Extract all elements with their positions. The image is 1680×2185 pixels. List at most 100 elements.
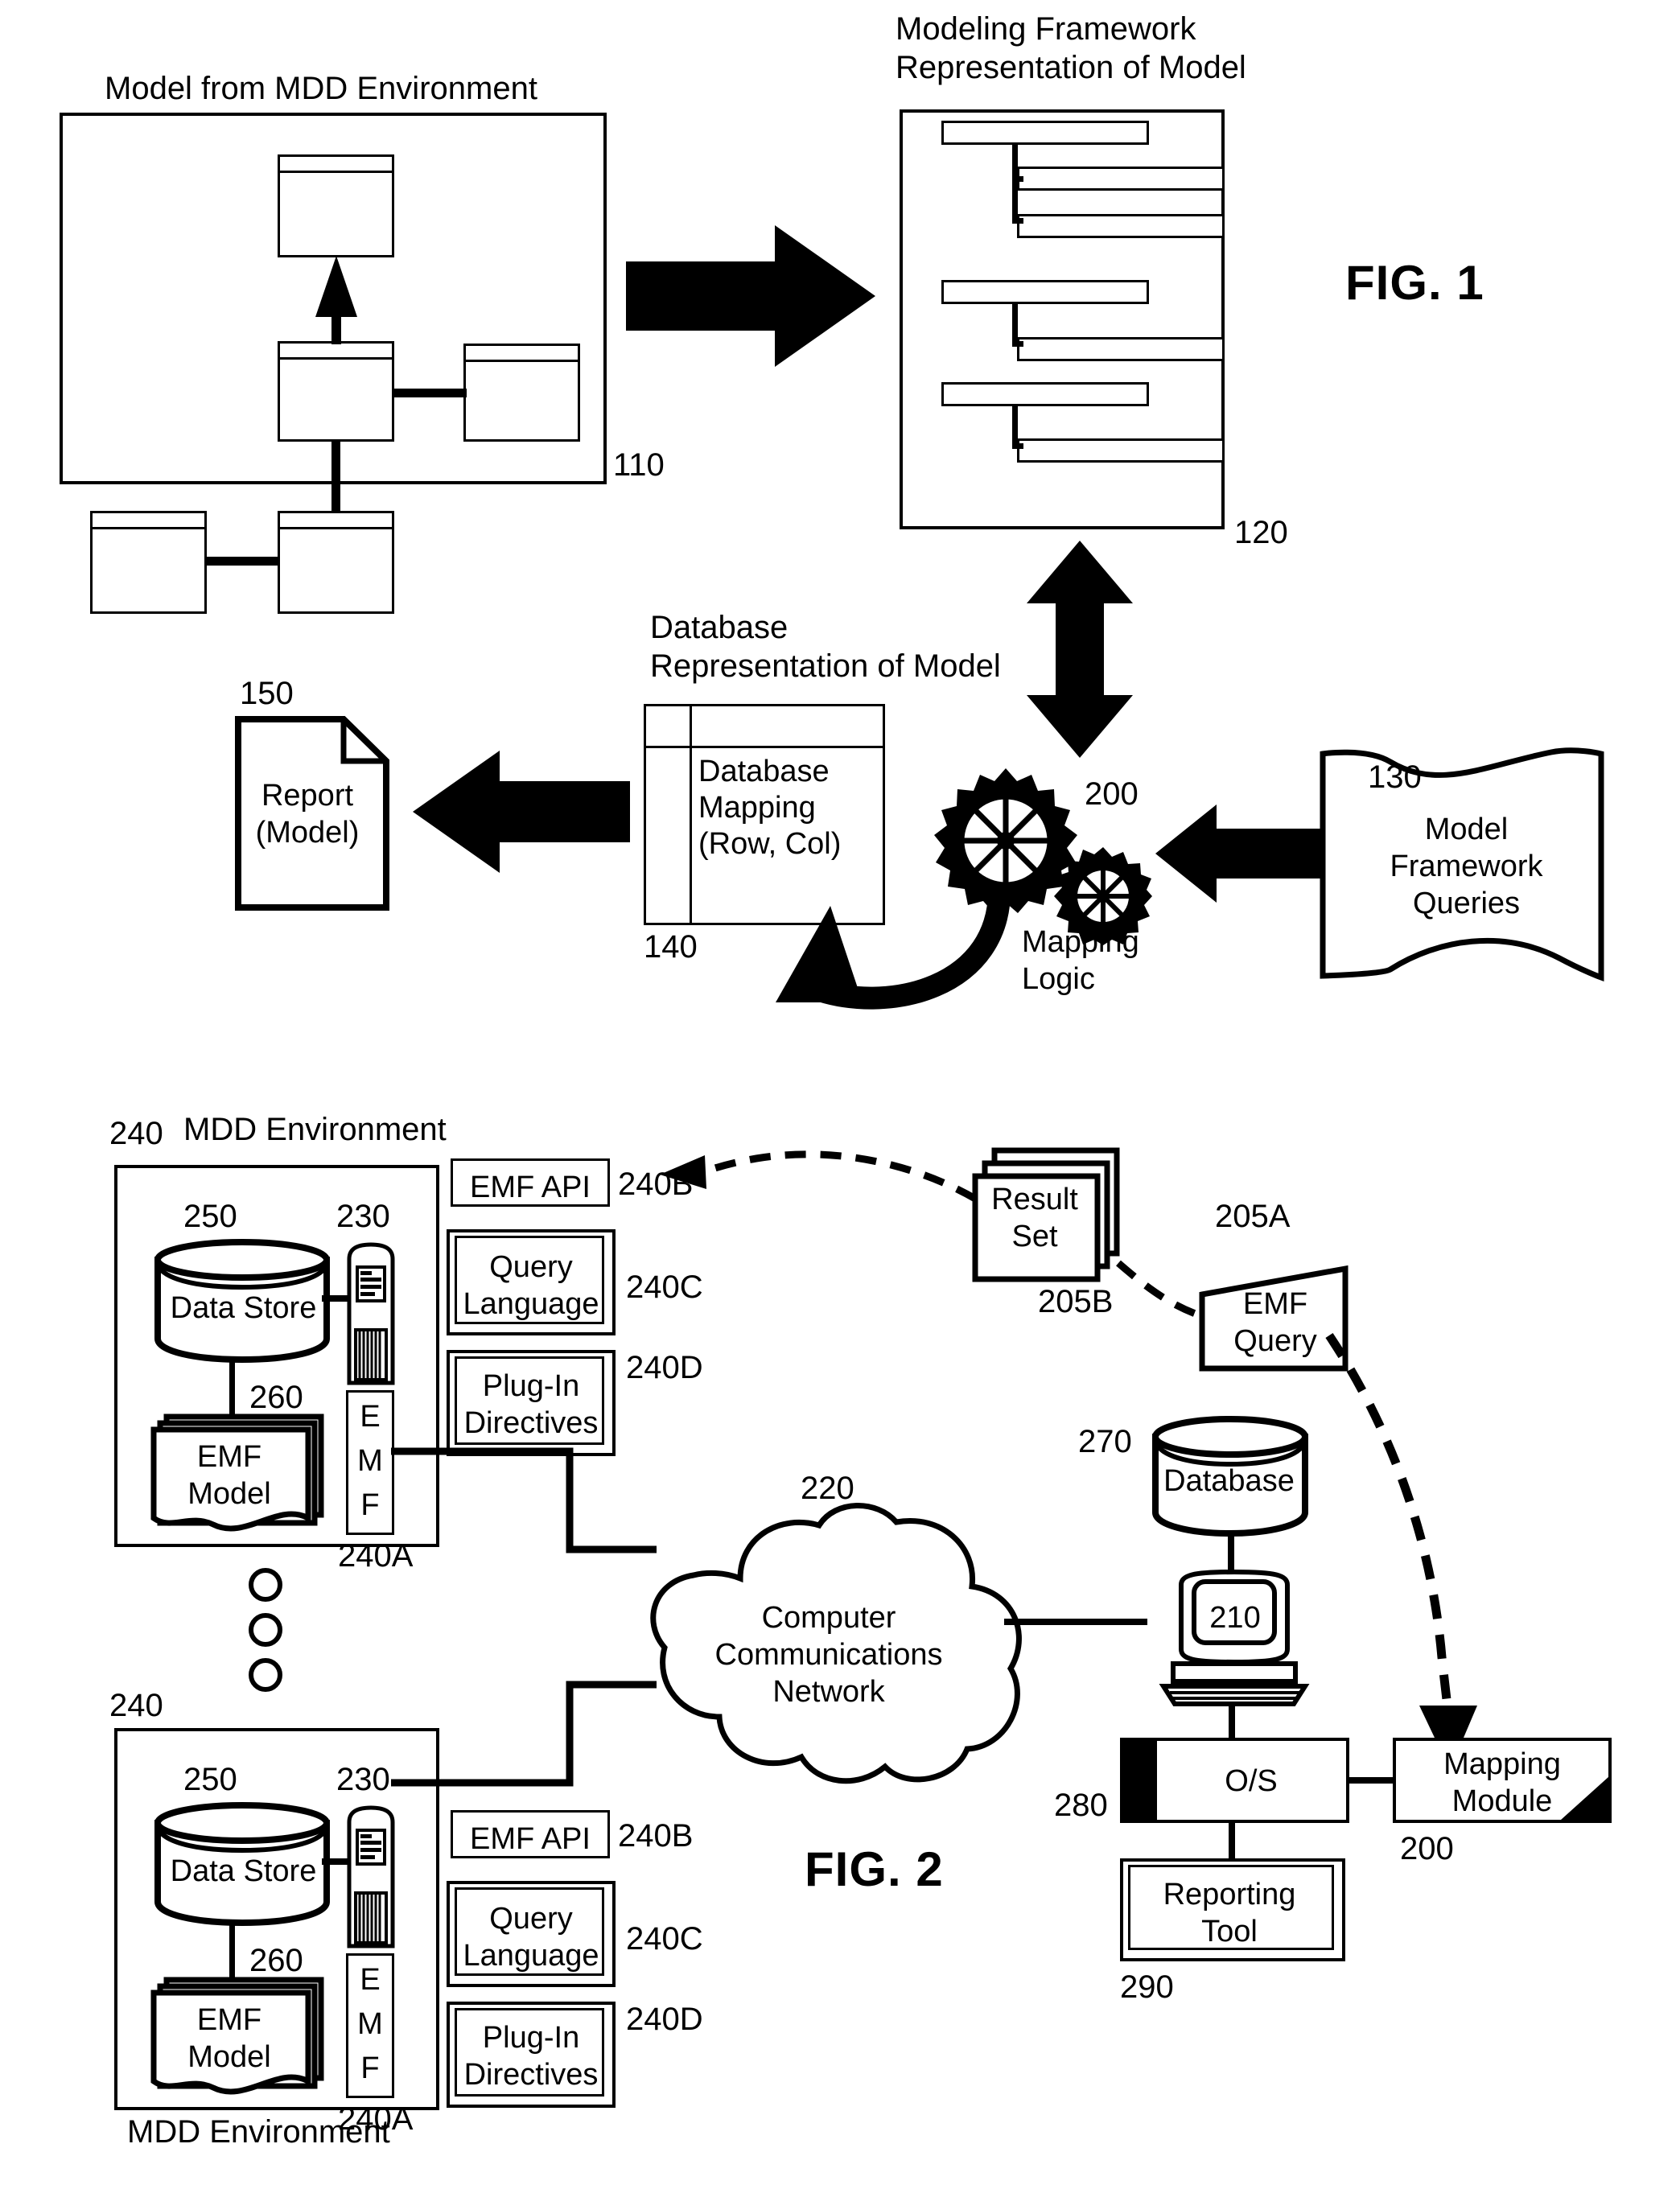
ref-205B: 205B	[1038, 1284, 1114, 1319]
mdd-top-title: MDD Environment	[183, 1112, 447, 1147]
uml-class-bottom-center	[278, 511, 394, 614]
emf-query-label-1: EMF	[1242, 1287, 1308, 1321]
ref-120: 120	[1234, 515, 1288, 550]
report-label-1: Report	[261, 779, 354, 813]
report-label-2: (Model)	[255, 816, 360, 850]
os-label: O/S	[1225, 1764, 1278, 1798]
database-mapping-label-1: Database	[698, 755, 830, 788]
plugin-directives-label-1-top: Plug-In	[482, 1369, 580, 1403]
emf-column-letter-f-top: F	[360, 1488, 380, 1522]
bidirectional-arrow-vertical	[1027, 541, 1133, 758]
emf-column-letter-m-bottom: M	[357, 2007, 383, 2041]
ref-250-bottom: 250	[183, 1762, 237, 1797]
plugin-directives-label-1-bottom: Plug-In	[482, 2021, 580, 2055]
emfquery-to-mapping-dashed-arrow	[1325, 1332, 1477, 1770]
tree-connector-1-vertical	[1012, 145, 1018, 224]
computer-ref-210: 210	[1209, 1601, 1261, 1635]
ref-240D-top: 240D	[626, 1350, 703, 1385]
ref-250-top: 250	[183, 1199, 237, 1234]
mapping-module-label-1: Mapping	[1443, 1747, 1561, 1781]
network-label-1: Computer	[761, 1601, 896, 1635]
ref-130: 130	[1368, 759, 1422, 795]
ref-290: 290	[1120, 1969, 1174, 2005]
data-store-label-top: Data Store	[170, 1291, 317, 1325]
uml-class-right	[463, 344, 580, 442]
tree-connector-2-branch-1	[1012, 341, 1023, 347]
mapping-logic-label-2: Logic	[1022, 962, 1095, 996]
server-icon-top	[347, 1242, 395, 1385]
emf-column-letter-e-top: E	[360, 1400, 381, 1434]
ref-230-top: 230	[336, 1199, 390, 1234]
mdd-top-network-connector	[391, 1447, 657, 1553]
emfquery-to-resultset-dashed-link	[1116, 1260, 1204, 1320]
network-computer-connector	[1004, 1619, 1147, 1625]
report-arrow-left	[413, 751, 630, 873]
database-computer-connector	[1228, 1533, 1234, 1571]
query-language-label-2-bottom: Language	[463, 1939, 599, 1973]
tree-node-2-child-1	[1017, 337, 1225, 361]
ref-240D-bottom: 240D	[626, 2002, 703, 2037]
uml-association-bottomleft-bottomcenter	[205, 557, 279, 566]
result-set-label-2: Set	[1011, 1220, 1058, 1253]
os-box-left-fill	[1120, 1738, 1157, 1823]
ref-240A-bottom: 240A	[338, 2101, 414, 2137]
ref-260-bottom: 260	[249, 1943, 303, 1978]
database-caption-line1: Database	[650, 610, 789, 645]
ref-260-top: 260	[249, 1380, 303, 1415]
patent-figure-page: FIG. 1 Model from MDD Environment 110 Mo…	[0, 0, 1680, 2185]
ref-200-fig1: 200	[1085, 776, 1139, 812]
ref-240-top: 240	[109, 1116, 163, 1151]
model-box-caption: Model from MDD Environment	[105, 71, 537, 106]
uml-class-top	[278, 154, 394, 257]
database-label: Database	[1163, 1464, 1295, 1498]
query-language-label-1-bottom: Query	[489, 1902, 573, 1936]
framework-caption-line1: Modeling Framework	[896, 11, 1196, 47]
datastore-server-connector-top	[322, 1295, 351, 1302]
network-label-3: Network	[772, 1675, 885, 1709]
plugin-directives-label-2-bottom: Directives	[463, 2058, 599, 2092]
database-grid-vline	[690, 704, 692, 925]
emf-model-label-1-bottom: EMF	[196, 2003, 262, 2037]
emf-column-letter-m-top: M	[357, 1444, 383, 1478]
emf-api-label-bottom: EMF API	[470, 1822, 591, 1856]
database-mapping-label-2: Mapping	[698, 791, 816, 825]
emf-model-label-2-bottom: Model	[187, 2040, 271, 2074]
plugin-directives-label-2-top: Directives	[463, 1406, 599, 1440]
database-grid-hline	[644, 746, 885, 748]
ref-240C-top: 240C	[626, 1269, 703, 1305]
resultset-to-emfapi-dashed-arrow	[660, 1150, 978, 1202]
mapping-logic-label-1: Mapping	[1022, 925, 1139, 959]
uml-class-bottom-left	[90, 511, 207, 614]
tree-node-1-child-1	[1017, 167, 1225, 191]
reporting-tool-label-1: Reporting	[1163, 1878, 1296, 1911]
computer-os-connector	[1229, 1704, 1235, 1743]
result-set-label-1: Result	[991, 1183, 1078, 1216]
emf-column-letter-e-bottom: E	[360, 1963, 381, 1997]
computer-workstation-icon	[1159, 1569, 1310, 1706]
transform-arrow-right	[626, 225, 875, 367]
os-mapping-connector	[1349, 1777, 1394, 1784]
datastore-emfmodel-connector-bottom	[229, 1921, 235, 1979]
vertical-ellipsis-dots	[249, 1568, 282, 1692]
queries-label-1: Model	[1424, 813, 1509, 846]
ref-280: 280	[1054, 1788, 1108, 1823]
data-store-label-bottom: Data Store	[170, 1854, 317, 1888]
mdd-bottom-network-connector	[391, 1681, 657, 1787]
uml-association-center-bottom	[331, 440, 340, 512]
uml-class-center	[278, 341, 394, 442]
tree-node-3-parent	[941, 382, 1149, 406]
ref-240-bottom: 240	[109, 1688, 163, 1723]
tree-connector-3-branch-1	[1012, 443, 1023, 449]
tree-connector-1-branch-2	[1012, 218, 1023, 224]
datastore-emfmodel-connector-top	[229, 1358, 235, 1416]
ref-150: 150	[240, 676, 294, 711]
queries-arrow-left	[1155, 804, 1324, 903]
mapping-module-label-2: Module	[1451, 1784, 1553, 1818]
reporting-tool-label-2: Tool	[1201, 1915, 1258, 1948]
framework-caption-line2: Representation of Model	[896, 50, 1246, 85]
fig1-label: FIG. 1	[1345, 256, 1484, 310]
uml-association-center-right	[393, 389, 467, 397]
uml-generalization-arrow	[315, 256, 357, 344]
ref-270: 270	[1078, 1424, 1132, 1459]
ref-205A: 205A	[1215, 1199, 1291, 1234]
